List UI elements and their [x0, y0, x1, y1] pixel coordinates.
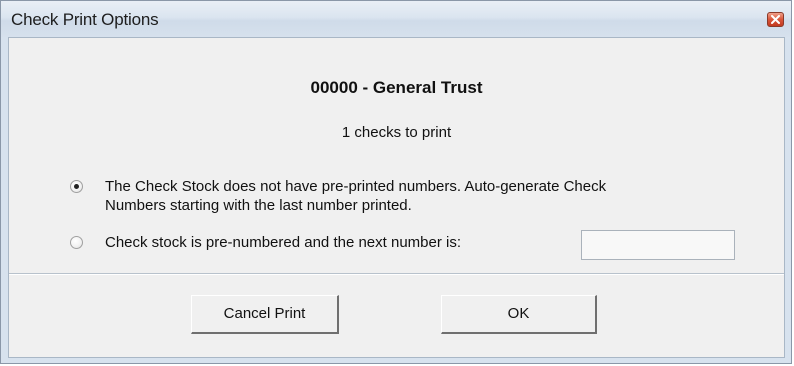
- pre-numbered-radio[interactable]: [70, 236, 83, 249]
- window-title: Check Print Options: [11, 10, 159, 29]
- close-icon: [771, 15, 780, 24]
- divider: [9, 273, 784, 275]
- cancel-print-button[interactable]: Cancel Print: [191, 295, 339, 334]
- trust-heading: 00000 - General Trust: [310, 78, 483, 97]
- radio-selected-dot: [74, 184, 79, 189]
- dialog-body: 00000 - General Trust 1 checks to print …: [8, 37, 785, 358]
- checks-count-text: 1 checks to print: [341, 124, 452, 141]
- pre-numbered-label[interactable]: Check stock is pre-numbered and the next…: [105, 233, 461, 252]
- auto-generate-label-line1: The Check Stock does not have pre-printe…: [105, 178, 607, 195]
- close-button[interactable]: [767, 12, 784, 27]
- title-bar[interactable]: Check Print Options: [1, 1, 791, 37]
- next-number-input[interactable]: [581, 230, 735, 260]
- ok-button[interactable]: OK: [441, 295, 597, 334]
- auto-generate-label[interactable]: The Check Stock does not have pre-printe…: [105, 177, 606, 215]
- auto-generate-radio[interactable]: [70, 180, 83, 193]
- auto-generate-label-line2: Numbers starting with the last number pr…: [105, 197, 412, 214]
- check-print-options-dialog: Check Print Options 00000 - General Trus…: [0, 0, 792, 364]
